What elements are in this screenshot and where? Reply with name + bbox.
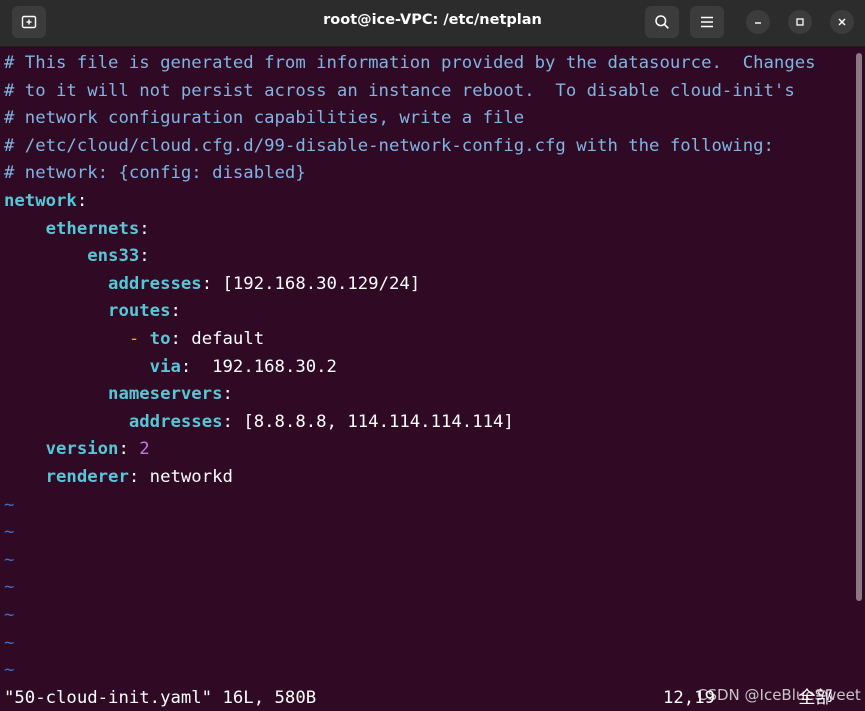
yaml-key: routes [108,301,171,322]
code-line-nameservers: nameservers: [4,381,233,409]
maximize-icon [796,18,804,26]
code-line-comment: # This file is generated from informatio… [4,50,816,78]
hamburger-menu-icon [701,16,713,28]
comment-text: # to it will not persist across an insta… [4,80,795,101]
yaml-key: network [4,191,77,211]
close-button[interactable] [830,10,854,34]
new-tab-button[interactable] [12,6,46,38]
minimize-icon [755,22,761,24]
yaml-separator: : [128,467,150,487]
code-line-comment: # network: {config: disabled} [4,160,306,188]
yaml-number: 2 [139,439,150,460]
yaml-value: default [191,329,265,349]
yaml-separator: : [118,439,140,460]
yaml-key: version [45,439,119,460]
code-line-network: network: [4,188,87,216]
yaml-separator: : [222,411,244,432]
code-line-ns-addresses: addresses: [8.8.8.8, 114.114.114.114] [4,409,514,437]
yaml-key: renderer [45,467,129,487]
yaml-value: 192.168.30.2 [212,356,337,377]
code-line-renderer: renderer: networkd [4,464,233,492]
minimize-button[interactable] [746,10,770,34]
yaml-separator: : [201,273,223,294]
code-line-routes: routes: [4,298,181,326]
terminal-content[interactable]: # This file is generated from informatio… [0,47,853,711]
yaml-key: ethernets [45,218,140,239]
code-line-route-to: - to: default [4,326,264,354]
yaml-key: addresses [108,273,202,294]
yaml-separator: : [180,356,213,377]
yaml-separator: : [222,384,233,405]
yaml-value: [192.168.30.129/24] [222,273,421,294]
yaml-value: [8.8.8.8, 114.114.114.114] [243,411,514,432]
list-dash: - [128,329,150,349]
new-tab-icon [21,15,37,29]
code-line-version: version: 2 [4,436,150,464]
yaml-key: via [149,356,181,377]
scrollbar-thumb[interactable] [856,53,862,601]
code-line-addresses: addresses: [192.168.30.129/24] [4,271,420,299]
yaml-value: networkd [149,467,233,487]
menu-button[interactable] [690,6,724,38]
title-bar: root@ice-VPC: /etc/netplan [0,0,865,47]
comment-text: # This file is generated from informatio… [4,53,816,73]
yaml-key: to [149,329,171,349]
code-line-ens33: ens33: [4,243,150,271]
yaml-separator: : [170,301,181,322]
window-title: root@ice-VPC: /etc/netplan [323,12,542,28]
yaml-key: ens33 [87,246,140,267]
code-line-route-via: via: 192.168.30.2 [4,354,337,382]
empty-line-tilde: ~ [4,549,15,570]
comment-text: # network: {config: disabled} [4,163,306,184]
search-icon [655,15,669,29]
empty-line-tilde: ~ [4,522,15,543]
comment-text: # network configuration capabilities, wr… [4,108,525,129]
search-button[interactable] [645,6,679,38]
yaml-key: addresses [128,411,223,432]
code-line-comment: # to it will not persist across an insta… [4,78,795,106]
yaml-separator: : [139,218,150,239]
status-file-info: "50-cloud-init.yaml" 16L, 580B [4,688,317,708]
empty-line-tilde: ~ [4,632,15,653]
comment-text: # /etc/cloud/cloud.cfg.d/99-disable-netw… [4,135,774,156]
empty-line-tilde: ~ [4,605,15,625]
yaml-separator: : [170,329,192,349]
yaml-separator: : [76,191,88,211]
yaml-key: nameservers [108,384,223,405]
close-icon [838,18,846,26]
empty-line-tilde: ~ [4,494,15,515]
empty-line-tilde: ~ [4,660,15,681]
terminal-window: root@ice-VPC: /etc/netplan # This file i… [0,0,865,711]
yaml-separator: : [139,246,150,267]
empty-line-tilde: ~ [4,577,15,598]
code-line-ethernets: ethernets: [4,216,150,244]
code-line-comment: # /etc/cloud/cloud.cfg.d/99-disable-netw… [4,133,774,161]
maximize-button[interactable] [788,10,812,34]
watermark: CSDN @IceBlueSweet [697,686,861,704]
code-line-comment: # network configuration capabilities, wr… [4,105,524,133]
